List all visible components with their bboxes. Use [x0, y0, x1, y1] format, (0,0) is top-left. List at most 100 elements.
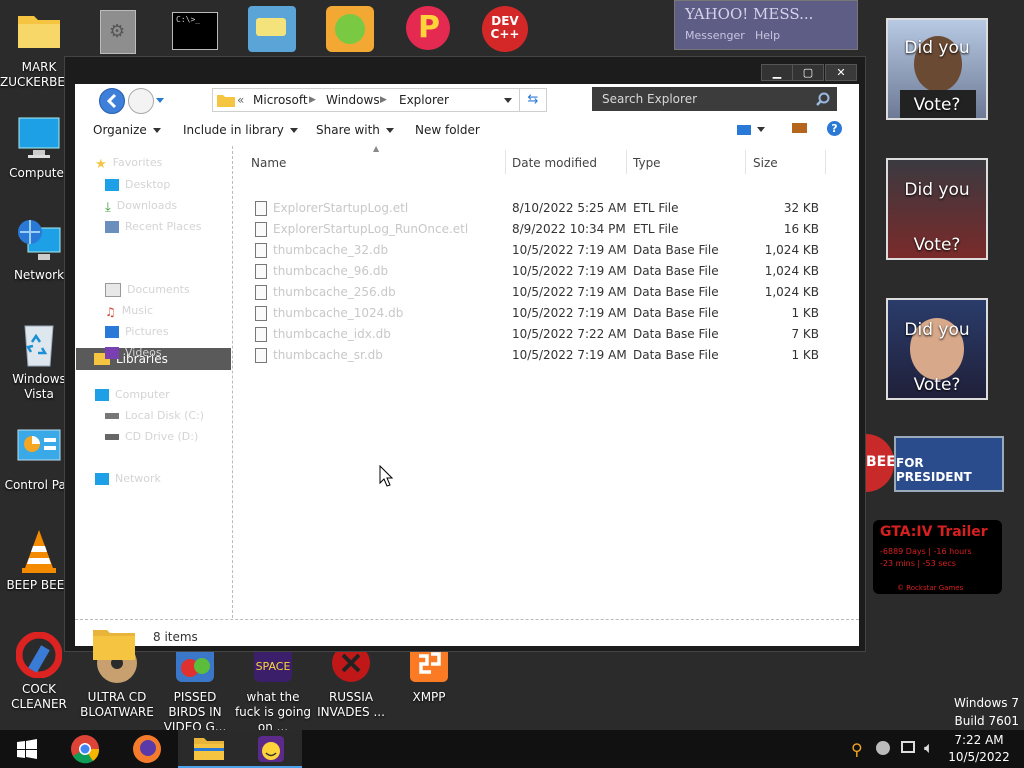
taskbar-firefox[interactable] — [116, 730, 178, 768]
preview-pane-icon — [792, 123, 807, 133]
tray-search-icon[interactable]: ⚲ — [851, 740, 863, 759]
file-type: Data Base File — [633, 285, 719, 299]
monitor-icon — [16, 116, 62, 162]
sort-arrow-icon: ▲ — [373, 144, 380, 153]
taskbar: ⚲ 🔈︎ 7:22 AM 10/5/2022 — [0, 730, 1024, 768]
file-type: Data Base File — [633, 348, 719, 362]
tray-network-icon[interactable] — [901, 741, 915, 753]
maximize-button[interactable]: ▢ — [792, 64, 824, 81]
file-size: 7 KB — [791, 327, 819, 341]
column-header-type[interactable]: Type — [633, 156, 661, 170]
top-icon-blue-app[interactable] — [248, 6, 296, 52]
breadcrumb-windows[interactable]: Windows — [326, 89, 380, 111]
nav-favorites[interactable]: ★ Favorites — [95, 156, 162, 172]
address-bar[interactable]: « Microsoft ▶ Windows ▶ Explorer ⇆ — [212, 88, 547, 112]
recent-pages-dropdown-icon[interactable] — [156, 98, 164, 103]
column-divider[interactable] — [626, 150, 627, 174]
file-row[interactable]: thumbcache_256.db 10/5/2022 7:19 AM Data B… — [233, 282, 859, 303]
top-icon-devcpp[interactable]: DEV C++ — [480, 6, 530, 52]
breadcrumb-microsoft[interactable]: Microsoft — [253, 89, 308, 111]
breadcrumb-explorer[interactable]: Explorer — [399, 89, 449, 111]
include-in-library-button[interactable]: Include in library — [183, 123, 298, 137]
explorer-window[interactable]: ▁ ▢ ✕ « Microsoft ▶ Windows ▶ Explorer ⇆ — [64, 56, 866, 660]
navigation-bar: « Microsoft ▶ Windows ▶ Explorer ⇆ Searc… — [75, 84, 859, 114]
command-bar: Organize Include in library Share with N… — [75, 116, 859, 144]
file-row[interactable]: thumbcache_idx.db 10/5/2022 7:22 AM Data B… — [233, 324, 859, 345]
vote-poster-flag[interactable]: Did you Vote? — [886, 158, 988, 260]
search-input[interactable]: Search Explorer — [602, 87, 697, 111]
file-size: 16 KB — [783, 222, 819, 236]
top-icon-pig[interactable] — [326, 6, 374, 52]
file-icon — [255, 201, 267, 216]
column-header-date[interactable]: Date modified — [512, 156, 597, 170]
file-row[interactable]: thumbcache_96.db 10/5/2022 7:19 AM Data Ba… — [233, 261, 859, 282]
cd-drive-icon — [105, 434, 119, 440]
nav-recent-places[interactable]: Recent Places — [105, 220, 202, 233]
address-dropdown-icon[interactable] — [504, 98, 512, 103]
mouse-cursor-icon — [379, 465, 393, 487]
file-size: 32 KB — [783, 201, 819, 215]
nav-videos[interactable]: Videos — [105, 346, 162, 359]
file-row[interactable]: ExplorerStartupLog.etl 8/10/2022 5:25 AM E… — [233, 198, 859, 219]
desktop-icon-wtf[interactable]: SPACE what the fuck is going on ... — [234, 640, 312, 735]
taskbar-chrome[interactable] — [54, 730, 116, 768]
nav-network[interactable]: Network — [95, 472, 161, 485]
nav-pictures[interactable]: Pictures — [105, 325, 169, 338]
back-button[interactable] — [99, 88, 125, 114]
taskbar-yahoo-messenger[interactable] — [240, 730, 302, 768]
nav-local-disk[interactable]: Local Disk (C:) — [105, 409, 204, 422]
view-options-button[interactable] — [737, 122, 765, 136]
refresh-button[interactable]: ⇆ — [519, 89, 546, 111]
gta-countdown-gadget[interactable]: GTA:IV Trailer -6889 Days | -16 hours -2… — [873, 520, 1002, 594]
file-size: 1,024 KB — [764, 243, 819, 257]
search-box[interactable]: Search Explorer — [592, 87, 837, 111]
column-divider[interactable] — [745, 150, 746, 174]
file-name: ExplorerStartupLog.etl — [273, 201, 409, 215]
tray-clock[interactable]: 7:22 AM 10/5/2022 — [946, 732, 1012, 766]
file-row[interactable]: thumbcache_1024.db 10/5/2022 7:19 AM Data … — [233, 303, 859, 324]
nav-documents[interactable]: Documents — [105, 283, 190, 297]
share-with-button[interactable]: Share with — [316, 123, 394, 137]
vote-poster-obama[interactable]: Did you Vote? — [886, 18, 988, 120]
organize-button[interactable]: Organize — [93, 123, 161, 137]
preview-pane-button[interactable] — [792, 122, 807, 136]
window-titlebar[interactable]: ▁ ▢ ✕ — [65, 57, 865, 87]
top-icon-cmd[interactable]: C:\>_ — [172, 12, 218, 50]
bee-for-president-gadget[interactable]: BEE FOR PRESIDENT — [866, 434, 1004, 492]
nav-music[interactable]: ♫ Music — [105, 304, 153, 319]
help-button[interactable]: ? — [827, 121, 842, 136]
breadcrumb-overflow[interactable]: « — [237, 89, 244, 111]
nav-downloads[interactable]: ⤓ Downloads — [105, 199, 177, 215]
new-folder-button[interactable]: New folder — [415, 123, 480, 137]
minimize-button[interactable]: ▁ — [761, 64, 793, 81]
start-button[interactable] — [0, 730, 54, 768]
top-icon-gear[interactable]: ⚙ — [100, 10, 136, 54]
file-name: thumbcache_idx.db — [273, 327, 391, 341]
tray-volume-icon[interactable]: 🔈︎ — [924, 738, 934, 758]
forward-button[interactable] — [128, 88, 154, 114]
column-divider[interactable] — [505, 150, 506, 174]
details-pane: 8 items — [75, 619, 859, 660]
nav-computer[interactable]: Computer — [95, 388, 170, 401]
close-button[interactable]: ✕ — [825, 64, 857, 81]
column-header-size[interactable]: Size — [753, 156, 778, 170]
file-date: 8/9/2022 10:34 PM — [512, 222, 626, 236]
taskbar-file-explorer[interactable] — [178, 730, 240, 768]
yahoo-help[interactable]: Help — [755, 29, 780, 42]
top-icon-p[interactable]: P — [404, 6, 452, 52]
file-icon — [255, 327, 267, 342]
nav-cd-drive[interactable]: CD Drive (D:) — [105, 430, 198, 443]
yahoo-messenger-window[interactable]: YAHOO! MESS... Messenger Help — [674, 0, 858, 50]
clock-date: 10/5/2022 — [948, 750, 1010, 764]
videos-icon — [105, 347, 119, 359]
desktop-icon-russia[interactable]: RUSSIA INVADES ... — [312, 640, 390, 720]
desktop-icon-pissed-birds[interactable]: PISSED BIRDS IN VIDEO G... — [156, 640, 234, 735]
file-row[interactable]: ExplorerStartupLog_RunOnce.etl 8/9/2022 1… — [233, 219, 859, 240]
file-row[interactable]: thumbcache_32.db 10/5/2022 7:19 AM Data Ba… — [233, 240, 859, 261]
nav-desktop[interactable]: Desktop — [105, 178, 170, 191]
tray-smiley-icon[interactable] — [876, 741, 890, 755]
file-row[interactable]: thumbcache_sr.db 10/5/2022 7:19 AM Data Ba… — [233, 345, 859, 366]
column-header-name[interactable]: Name — [251, 156, 286, 170]
vote-poster-clinton[interactable]: Did you Vote? — [886, 298, 988, 400]
column-divider[interactable] — [825, 150, 826, 174]
